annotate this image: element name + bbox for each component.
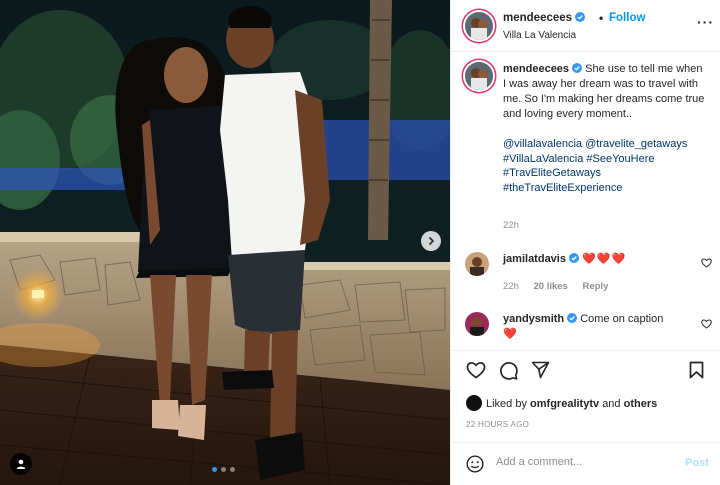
comment-text: Come on caption (580, 313, 664, 325)
carousel-dot (230, 467, 235, 472)
instagram-post: mendeecees • Follow Villa La Valencia ··… (0, 0, 720, 485)
caption-username[interactable]: mendeecees (503, 63, 569, 75)
liker-avatar[interactable] (466, 395, 482, 411)
add-comment-bar: Post (451, 442, 720, 485)
comment-likes[interactable]: 20 likes (534, 281, 568, 292)
follow-button[interactable]: Follow (609, 12, 645, 24)
reply-button[interactable]: Reply (582, 281, 608, 292)
post-photo[interactable] (0, 0, 450, 485)
verified-badge-icon (572, 63, 583, 73)
post-timestamp[interactable]: 22 HOURS AGO (466, 420, 529, 429)
more-options-icon[interactable]: ··· (697, 14, 714, 30)
user-tag-icon (16, 459, 26, 469)
like-comment-heart-icon[interactable] (701, 258, 712, 268)
comment-meta: 22h 20 likes Reply (503, 281, 620, 292)
avatar-image (465, 252, 489, 276)
carousel-dot (221, 467, 226, 472)
carousel-dots (212, 467, 235, 472)
comment-text-emoji: ❤️ (503, 328, 518, 340)
commenter-avatar[interactable] (465, 252, 489, 276)
caption-tag-line[interactable]: #TravEliteGetaways (503, 166, 707, 181)
post-caption: mendeecees She use to tell me when I was… (503, 62, 707, 195)
caption-tag-line[interactable]: #VillaLaValencia #SeeYouHere (503, 152, 707, 167)
verified-badge-icon (575, 12, 586, 22)
likes-summary: Liked by omfgrealitytv and others (466, 395, 657, 411)
photo-scene (0, 0, 450, 485)
comment-username[interactable]: jamilatdavis (503, 253, 566, 265)
comment-time[interactable]: 22h (503, 281, 519, 292)
caption-time[interactable]: 22h (503, 220, 519, 231)
comment-username[interactable]: yandysmith (503, 313, 564, 325)
likes-others-link[interactable]: others (624, 398, 658, 410)
verified-badge-icon (567, 313, 578, 323)
author-username-text[interactable]: mendeecees (503, 12, 572, 24)
tagged-users-button[interactable] (10, 453, 32, 475)
carousel-next-button[interactable] (421, 231, 441, 251)
comment-input[interactable] (496, 456, 676, 468)
chevron-right-icon (428, 236, 435, 246)
post-location[interactable]: Villa La Valencia (503, 30, 576, 41)
avatar-image (465, 12, 493, 40)
post-header: mendeecees • Follow Villa La Valencia ··… (451, 0, 720, 52)
likes-prefix: Liked by (486, 398, 527, 410)
author-avatar[interactable] (465, 12, 493, 40)
liker-username[interactable]: omfgrealitytv (530, 398, 599, 410)
commenter-avatar[interactable] (465, 312, 489, 336)
separator-dot: • (599, 11, 604, 25)
caption-tag-line[interactable]: @villalavalencia @travelite_getaways (503, 137, 707, 152)
comment: yandysmith Come on caption ❤️ (503, 312, 693, 342)
caption-tag-line[interactable]: #theTravEliteExperience (503, 181, 707, 196)
verified-badge-icon (568, 253, 579, 263)
comment-text: ❤️❤️❤️ (582, 253, 627, 265)
post-comment-button[interactable]: Post (685, 457, 709, 469)
save-bookmark-icon[interactable] (689, 361, 704, 379)
like-comment-heart-icon[interactable] (701, 319, 712, 329)
emoji-smiley-icon[interactable] (466, 455, 484, 473)
post-action-bar (451, 350, 720, 390)
avatar-image (465, 312, 489, 336)
comment: jamilatdavis ❤️❤️❤️ (503, 252, 626, 267)
like-heart-icon[interactable] (466, 361, 486, 379)
caption-tags: @villalavalencia @travelite_getaways #Vi… (503, 137, 707, 195)
post-side-panel: mendeecees • Follow Villa La Valencia ··… (450, 0, 720, 485)
carousel-dot (212, 467, 217, 472)
avatar-image (465, 62, 493, 90)
share-paper-plane-icon[interactable] (531, 361, 550, 379)
comment-bubble-icon[interactable] (499, 361, 518, 380)
likes-conjunction: and (602, 398, 621, 410)
author-username[interactable]: mendeecees (503, 12, 586, 24)
caption-author-avatar[interactable] (465, 62, 493, 90)
